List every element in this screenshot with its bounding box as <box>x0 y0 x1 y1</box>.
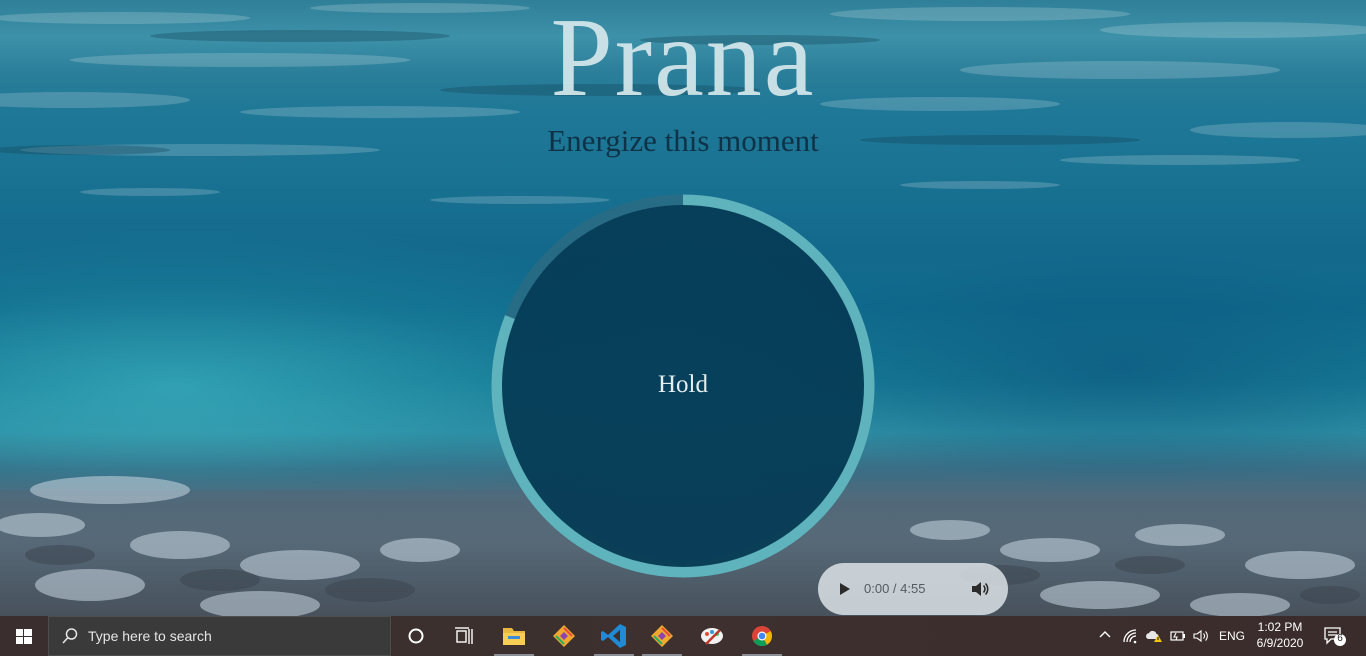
windows-logo-icon <box>16 629 32 644</box>
audio-time: 0:00 / 4:55 <box>864 581 926 596</box>
speaker-icon[interactable] <box>1192 628 1210 649</box>
task-view-button[interactable] <box>440 616 488 656</box>
git-diamond-icon <box>651 625 673 647</box>
taskbar-clock[interactable]: 1:02 PM 6/9/2020 <box>1252 619 1308 651</box>
google-chrome-button[interactable] <box>738 616 786 656</box>
network-icon[interactable] <box>1122 628 1138 649</box>
file-explorer-button[interactable] <box>490 616 538 656</box>
notification-count-badge: 6 <box>1337 633 1343 644</box>
input-language-indicator[interactable]: ENG <box>1219 629 1245 643</box>
clock-date: 6/9/2020 <box>1256 636 1304 650</box>
visual-studio-code-button[interactable] <box>590 616 638 656</box>
start-button[interactable] <box>0 616 48 656</box>
play-icon[interactable] <box>838 582 852 596</box>
folder-icon <box>503 628 525 645</box>
taskbar-search-box[interactable]: Type here to search <box>48 616 391 656</box>
weather-alert-icon[interactable] <box>1145 628 1163 649</box>
battery-icon[interactable] <box>1169 628 1187 649</box>
task-view-icon <box>455 627 473 644</box>
app-subtitle: Energize this moment <box>547 123 819 158</box>
paint-app-button[interactable] <box>688 616 736 656</box>
tray-overflow-chevron-icon[interactable] <box>1098 628 1112 647</box>
windows-taskbar: Type here to search ENG 1:02 PM 6/9/2020… <box>0 616 1366 656</box>
cortana-circle-icon <box>408 628 424 644</box>
paint-palette-icon <box>701 628 723 645</box>
notification-center-button[interactable]: 6 <box>1322 625 1348 647</box>
notification-icon <box>1324 627 1346 646</box>
chrome-icon <box>752 626 773 647</box>
clock-time: 1:02 PM <box>1257 620 1303 634</box>
breath-phase-label: Hold <box>658 371 708 398</box>
search-icon <box>62 628 78 644</box>
git-gui-button[interactable] <box>540 616 588 656</box>
vscode-icon <box>601 624 626 648</box>
git-gui-button-2[interactable] <box>638 616 686 656</box>
git-diamond-icon <box>553 625 575 647</box>
volume-icon[interactable] <box>970 580 990 598</box>
app-title: Prana <box>550 0 816 120</box>
cortana-button[interactable] <box>392 616 440 656</box>
audio-player: 0:00 / 4:55 <box>818 563 1008 615</box>
search-placeholder: Type here to search <box>88 628 212 644</box>
